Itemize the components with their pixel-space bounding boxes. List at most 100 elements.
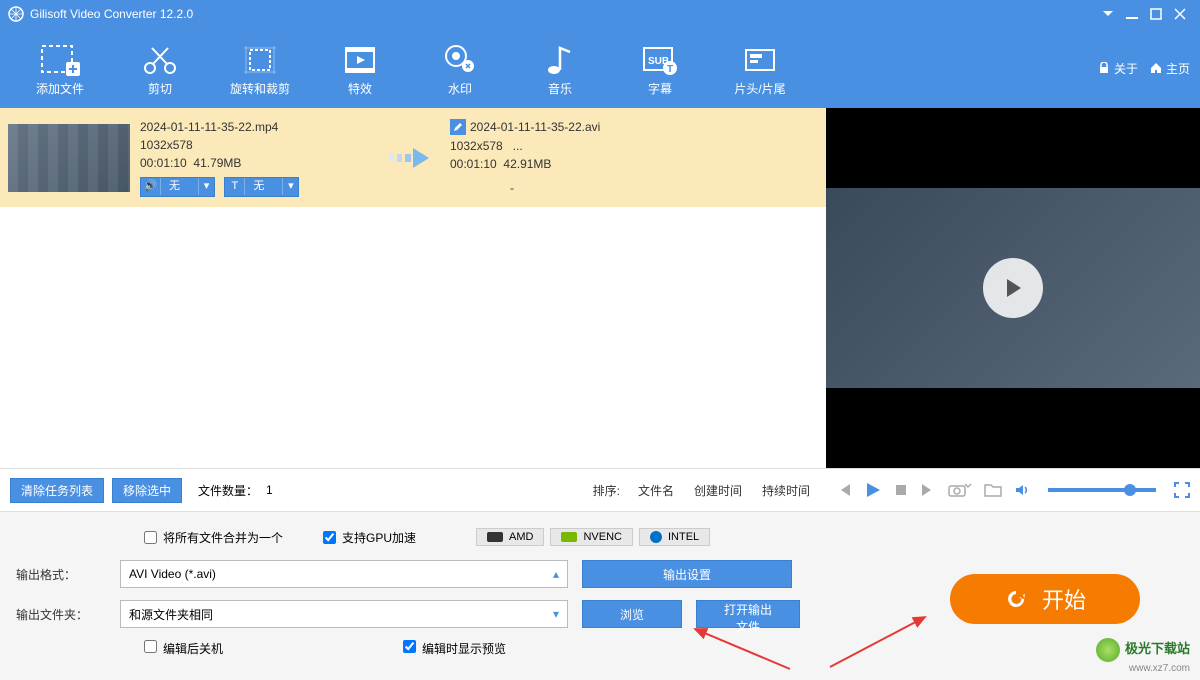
tool-head-tail[interactable]: 片头/片尾 xyxy=(710,34,810,103)
target-filename: 2024-01-11-11-35-22.avi xyxy=(470,118,600,136)
text-pill[interactable]: T 无 ▾ xyxy=(224,177,299,197)
file-count-label: 文件数量： xyxy=(198,482,258,499)
fullscreen-button[interactable] xyxy=(1174,482,1190,498)
close-button[interactable] xyxy=(1168,4,1192,24)
tool-label: 旋转和裁剪 xyxy=(230,80,290,97)
play-button[interactable] xyxy=(864,481,882,499)
source-filename: 2024-01-11-11-35-22.mp4 xyxy=(140,118,370,136)
main-area: 2024-01-11-11-35-22.mp4 1032x578 00:01:1… xyxy=(0,108,1200,468)
target-size: 42.91MB xyxy=(503,157,551,171)
tool-music[interactable]: 音乐 xyxy=(510,34,610,103)
tool-rotate-crop[interactable]: 旋转和裁剪 xyxy=(210,34,310,103)
tool-label: 水印 xyxy=(448,80,472,97)
folder-button[interactable] xyxy=(984,482,1002,498)
watermark-logo-icon xyxy=(1096,638,1120,662)
source-resolution: 1032x578 xyxy=(140,136,370,154)
text-icon: T xyxy=(225,178,245,195)
home-link[interactable]: 主页 xyxy=(1150,60,1190,77)
crop-icon xyxy=(240,40,280,80)
audio-pill[interactable]: 🔊 无 ▾ xyxy=(140,177,215,197)
target-dash: - xyxy=(450,179,818,197)
volume-button[interactable] xyxy=(1014,482,1030,498)
titlebar: Gilisoft Video Converter 12.2.0 xyxy=(0,0,1200,28)
home-icon xyxy=(1150,62,1162,74)
folder-label: 输出文件夹： xyxy=(16,606,106,623)
sort-filename[interactable]: 文件名 xyxy=(638,482,674,499)
sort-label: 排序: xyxy=(593,482,620,499)
site-watermark: 极光下载站 www.xz7.com xyxy=(1096,638,1190,674)
tool-label: 特效 xyxy=(348,80,372,97)
source-duration: 00:01:10 xyxy=(140,156,187,170)
task-row[interactable]: 2024-01-11-11-35-22.mp4 1032x578 00:01:1… xyxy=(0,108,826,207)
chevron-down-icon: ▾ xyxy=(198,178,214,195)
prev-button[interactable] xyxy=(836,482,852,498)
app-logo-icon xyxy=(8,6,24,22)
output-settings: 将所有文件合并为一个 支持GPU加速 AMD NVENC INTEL 输出格式：… xyxy=(0,512,1200,680)
shutdown-checkbox[interactable]: 编辑后关机 xyxy=(144,640,223,657)
chevron-up-icon: ▴ xyxy=(553,567,559,581)
next-button[interactable] xyxy=(920,482,936,498)
list-controls: 清除任务列表 移除选中 文件数量： 1 排序: 文件名 创建时间 持续时间 xyxy=(0,468,826,512)
sort-created[interactable]: 创建时间 xyxy=(694,482,742,499)
tool-label: 字幕 xyxy=(648,80,672,97)
chip-amd: AMD xyxy=(476,528,544,546)
target-duration: 00:01:10 xyxy=(450,157,497,171)
minimize-button[interactable] xyxy=(1120,4,1144,24)
target-info: 2024-01-11-11-35-22.avi 1032x578 ... 00:… xyxy=(450,118,818,197)
convert-arrow-icon xyxy=(380,146,440,170)
maximize-button[interactable] xyxy=(1144,4,1168,24)
music-icon xyxy=(540,40,580,80)
stop-button[interactable] xyxy=(894,483,908,497)
open-output-button[interactable]: 打开输出文件 xyxy=(696,600,800,628)
lock-icon xyxy=(1098,62,1110,74)
file-count-value: 1 xyxy=(266,483,273,497)
about-link[interactable]: 关于 xyxy=(1098,60,1138,77)
chevron-down-icon: ▾ xyxy=(553,607,559,621)
tool-label: 剪切 xyxy=(148,80,172,97)
watermark-icon xyxy=(440,40,480,80)
gpu-checkbox[interactable]: 支持GPU加速 xyxy=(323,529,416,546)
task-list: 2024-01-11-11-35-22.mp4 1032x578 00:01:1… xyxy=(0,108,826,468)
tool-watermark[interactable]: 水印 xyxy=(410,34,510,103)
snapshot-button[interactable] xyxy=(948,482,972,498)
tool-label: 片头/片尾 xyxy=(734,80,785,97)
player-controls xyxy=(826,468,1200,512)
volume-slider[interactable] xyxy=(1048,488,1156,492)
tool-label: 音乐 xyxy=(548,80,572,97)
source-size: 41.79MB xyxy=(193,156,241,170)
edit-icon[interactable] xyxy=(450,119,466,135)
video-thumbnail xyxy=(8,124,130,192)
effects-icon xyxy=(340,40,380,80)
target-resolution: 1032x578 xyxy=(450,139,503,153)
preview-frame xyxy=(826,188,1200,388)
dropdown-icon[interactable] xyxy=(1096,4,1120,24)
format-combo[interactable]: AVI Video (*.avi) ▴ xyxy=(120,560,568,588)
chip-intel: INTEL xyxy=(639,528,710,546)
tool-label: 添加文件 xyxy=(36,80,84,97)
tool-subtitle[interactable]: SUBT 字幕 xyxy=(610,34,710,103)
clear-list-button[interactable]: 清除任务列表 xyxy=(10,478,104,503)
output-settings-button[interactable]: 输出设置 xyxy=(582,560,792,588)
head-tail-icon xyxy=(740,40,780,80)
subtitle-icon: SUBT xyxy=(640,40,680,80)
preview-checkbox[interactable]: 编辑时显示预览 xyxy=(403,640,506,657)
merge-checkbox[interactable]: 将所有文件合并为一个 xyxy=(144,529,283,546)
play-overlay-button[interactable] xyxy=(983,258,1043,318)
svg-text:T: T xyxy=(667,64,673,75)
speaker-icon: 🔊 xyxy=(141,178,161,195)
tool-add-file[interactable]: 添加文件 xyxy=(10,34,110,103)
add-file-icon xyxy=(38,40,82,80)
sort-duration[interactable]: 持续时间 xyxy=(762,482,810,499)
browse-button[interactable]: 浏览 xyxy=(582,600,682,628)
chip-nvenc: NVENC xyxy=(550,528,633,546)
start-button[interactable]: 开始 xyxy=(950,574,1140,624)
tool-cut[interactable]: 剪切 xyxy=(110,34,210,103)
target-res-extra: ... xyxy=(513,139,523,153)
folder-combo[interactable]: 和源文件夹相同 ▾ xyxy=(120,600,568,628)
remove-selected-button[interactable]: 移除选中 xyxy=(112,478,182,503)
source-info: 2024-01-11-11-35-22.mp4 1032x578 00:01:1… xyxy=(140,118,370,196)
format-label: 输出格式： xyxy=(16,566,106,583)
tool-effects[interactable]: 特效 xyxy=(310,34,410,103)
refresh-icon xyxy=(1004,587,1028,611)
main-toolbar: 添加文件 剪切 旋转和裁剪 特效 水印 音乐 SUBT 字幕 片头/片尾 关于 … xyxy=(0,28,1200,108)
